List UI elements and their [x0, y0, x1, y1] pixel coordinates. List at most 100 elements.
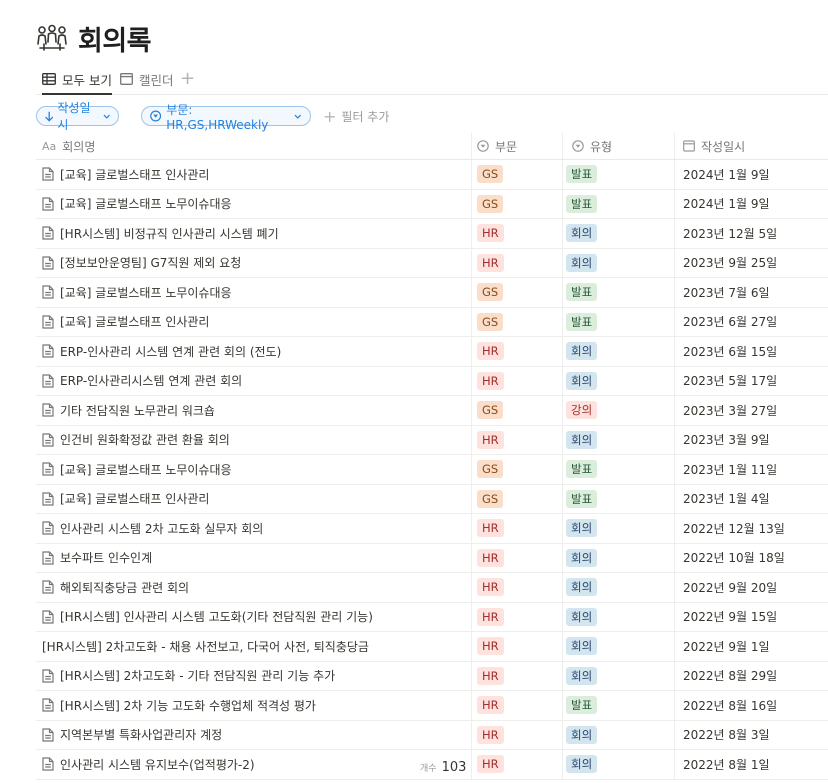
row-dept-cell[interactable]: HR — [477, 219, 504, 247]
row-type-cell[interactable]: 회의 — [566, 367, 598, 395]
row-type-cell[interactable]: 회의 — [566, 662, 598, 690]
row-type-cell[interactable]: 회의 — [566, 603, 598, 631]
row-dept-cell[interactable]: HR — [477, 750, 504, 778]
table-row[interactable]: 지역본부별 특화사업관리자 계정 HR 회의 2022년 8월 3일 — [36, 720, 828, 750]
row-type-cell[interactable]: 발표 — [566, 278, 598, 306]
row-name-cell[interactable]: [교육] 글로벌스태프 인사관리 — [42, 160, 209, 188]
row-date-cell[interactable]: 2022년 8월 1일 — [683, 750, 770, 778]
row-dept-cell[interactable]: GS — [477, 455, 504, 483]
column-header-type[interactable]: 유형 — [572, 133, 612, 159]
row-type-cell[interactable]: 발표 — [566, 308, 598, 336]
row-name-cell[interactable]: [HR시스템] 인사관리 시스템 고도화(기타 전담직원 관리 기능) — [42, 603, 373, 631]
add-filter-button[interactable]: + 필터 추가 — [323, 107, 389, 126]
add-view-icon[interactable]: + — [180, 68, 195, 89]
tab-calendar-view[interactable]: 캘린더 — [120, 66, 174, 92]
row-date-cell[interactable]: 2022년 8월 3일 — [683, 721, 770, 749]
row-type-cell[interactable]: 회의 — [566, 573, 598, 601]
table-row[interactable]: [HR시스템] 2차고도화 - 기타 전담직원 관리 기능 추가 HR 회의 2022… — [36, 661, 828, 691]
row-date-cell[interactable]: 2022년 9월 20일 — [683, 573, 777, 601]
row-name-cell[interactable]: 해외퇴직충당금 관련 회의 — [42, 573, 189, 601]
row-dept-cell[interactable]: HR — [477, 662, 504, 690]
table-row[interactable]: [HR시스템] 비정규직 인사관리 시스템 폐기 HR 회의 2023년 12월 5일 — [36, 219, 828, 249]
table-row[interactable]: [교육] 글로벌스태프 인사관리 GS 발표 2024년 1월 9일 — [36, 160, 828, 190]
row-name-cell[interactable]: 기타 전담직원 노무관리 워크숍 — [42, 396, 215, 424]
row-date-cell[interactable]: 2023년 5월 17일 — [683, 367, 777, 395]
table-row[interactable]: ERP-인사관리시스템 연계 관련 회의 HR 회의 2023년 5월 17일 — [36, 366, 828, 396]
row-date-cell[interactable]: 2023년 6월 27일 — [683, 308, 777, 336]
row-name-cell[interactable]: [교육] 글로벌스태프 인사관리 — [42, 485, 209, 513]
row-type-cell[interactable]: 회의 — [566, 514, 598, 542]
row-type-cell[interactable]: 회의 — [566, 337, 598, 365]
row-date-cell[interactable]: 2023년 3월 27일 — [683, 396, 777, 424]
row-dept-cell[interactable]: HR — [477, 632, 504, 660]
row-date-cell[interactable]: 2024년 1월 9일 — [683, 190, 770, 218]
table-row[interactable]: [HR시스템] 2차고도화 - 채용 사전보고, 다국어 사전, 퇴직충당금 HR… — [36, 632, 828, 662]
column-header-name[interactable]: Aa 회의명 — [42, 133, 95, 159]
row-type-cell[interactable]: 발표 — [566, 190, 598, 218]
row-type-cell[interactable]: 회의 — [566, 750, 598, 778]
row-name-cell[interactable]: [교육] 글로벌스태프 노무이슈대응 — [42, 278, 232, 306]
table-row[interactable]: [HR시스템] 2차 기능 고도화 수행업체 적격성 평가 HR 발표 2022년 8… — [36, 691, 828, 721]
row-type-cell[interactable]: 회의 — [566, 249, 598, 277]
row-dept-cell[interactable]: HR — [477, 426, 504, 454]
tab-all-view[interactable]: 모두 보기 — [42, 66, 112, 95]
row-type-cell[interactable]: 회의 — [566, 721, 598, 749]
row-date-cell[interactable]: 2022년 9월 15일 — [683, 603, 777, 631]
row-name-cell[interactable]: [정보보안운영팀] G7직원 제외 요청 — [42, 249, 241, 277]
row-dept-cell[interactable]: HR — [477, 367, 504, 395]
row-name-cell[interactable]: 인사관리 시스템 유지보수(업적평가-2) — [42, 750, 255, 778]
row-name-cell[interactable]: ERP-인사관리 시스템 연계 관련 회의 (전도) — [42, 337, 281, 365]
row-name-cell[interactable]: [HR시스템] 2차고도화 - 기타 전담직원 관리 기능 추가 — [42, 662, 335, 690]
row-name-cell[interactable]: [HR시스템] 2차 기능 고도화 수행업체 적격성 평가 — [42, 691, 316, 719]
column-header-dept[interactable]: 부문 — [477, 133, 517, 159]
sort-button[interactable]: 작성일시 — [36, 101, 119, 132]
row-date-cell[interactable]: 2023년 1월 11일 — [683, 455, 777, 483]
row-date-cell[interactable]: 2022년 10월 18일 — [683, 544, 785, 572]
table-row[interactable]: [교육] 글로벌스태프 인사관리 GS 발표 2023년 1월 4일 — [36, 484, 828, 514]
table-row[interactable]: 해외퇴직충당금 관련 회의 HR 회의 2022년 9월 20일 — [36, 573, 828, 603]
row-name-cell[interactable]: 보수파트 인수인계 — [42, 544, 152, 572]
row-type-cell[interactable]: 발표 — [566, 691, 598, 719]
row-date-cell[interactable]: 2023년 3월 9일 — [683, 426, 770, 454]
row-type-cell[interactable]: 회의 — [566, 632, 598, 660]
people-meeting-icon[interactable] — [36, 23, 70, 53]
row-dept-cell[interactable]: GS — [477, 396, 504, 424]
row-name-cell[interactable]: [교육] 글로벌스태프 인사관리 — [42, 308, 209, 336]
table-row[interactable]: [정보보안운영팀] G7직원 제외 요청 HR 회의 2023년 9월 25일 — [36, 248, 828, 278]
table-row[interactable]: 보수파트 인수인계 HR 회의 2022년 10월 18일 — [36, 543, 828, 573]
column-header-date[interactable]: 작성일시 — [683, 133, 745, 159]
row-date-cell[interactable]: 2023년 1월 4일 — [683, 485, 770, 513]
row-type-cell[interactable]: 회의 — [566, 426, 598, 454]
row-dept-cell[interactable]: HR — [477, 721, 504, 749]
table-row[interactable]: 인사관리 시스템 2차 고도화 실무자 회의 HR 회의 2022년 12월 13일 — [36, 514, 828, 544]
row-date-cell[interactable]: 2022년 8월 16일 — [683, 691, 777, 719]
table-row[interactable]: [교육] 글로벌스태프 노무이슈대응 GS 발표 2023년 1월 11일 — [36, 455, 828, 485]
row-type-cell[interactable]: 발표 — [566, 455, 598, 483]
row-dept-cell[interactable]: HR — [477, 603, 504, 631]
row-name-cell[interactable]: 지역본부별 특화사업관리자 계정 — [42, 721, 222, 749]
dept-filter-button[interactable]: 부문: HR,GS,HRWeekly — [141, 103, 311, 132]
table-row[interactable]: [교육] 글로벌스태프 인사관리 GS 발표 2023년 6월 27일 — [36, 307, 828, 337]
row-dept-cell[interactable]: GS — [477, 308, 504, 336]
row-dept-cell[interactable]: GS — [477, 190, 504, 218]
row-date-cell[interactable]: 2023년 6월 15일 — [683, 337, 777, 365]
row-dept-cell[interactable]: HR — [477, 249, 504, 277]
row-name-cell[interactable]: ERP-인사관리시스템 연계 관련 회의 — [42, 367, 242, 395]
row-name-cell[interactable]: 인사관리 시스템 2차 고도화 실무자 회의 — [42, 514, 263, 542]
row-date-cell[interactable]: 2023년 7월 6일 — [683, 278, 770, 306]
row-name-cell[interactable]: [HR시스템] 2차고도화 - 채용 사전보고, 다국어 사전, 퇴직충당금 — [42, 632, 369, 660]
row-name-cell[interactable]: [교육] 글로벌스태프 노무이슈대응 — [42, 455, 232, 483]
row-type-cell[interactable]: 회의 — [566, 544, 598, 572]
row-name-cell[interactable]: 인건비 원화확정값 관련 환율 회의 — [42, 426, 230, 454]
row-date-cell[interactable]: 2023년 12월 5일 — [683, 219, 777, 247]
row-dept-cell[interactable]: HR — [477, 544, 504, 572]
row-dept-cell[interactable]: GS — [477, 278, 504, 306]
table-row[interactable]: [교육] 글로벌스태프 노무이슈대응 GS 발표 2023년 7월 6일 — [36, 278, 828, 308]
row-date-cell[interactable]: 2022년 9월 1일 — [683, 632, 770, 660]
table-row[interactable]: 기타 전담직원 노무관리 워크숍 GS 강의 2023년 3월 27일 — [36, 396, 828, 426]
row-type-cell[interactable]: 회의 — [566, 219, 598, 247]
row-dept-cell[interactable]: HR — [477, 573, 504, 601]
table-row[interactable]: [교육] 글로벌스태프 노무이슈대응 GS 발표 2024년 1월 9일 — [36, 189, 828, 219]
row-date-cell[interactable]: 2022년 8월 29일 — [683, 662, 777, 690]
row-type-cell[interactable]: 발표 — [566, 485, 598, 513]
